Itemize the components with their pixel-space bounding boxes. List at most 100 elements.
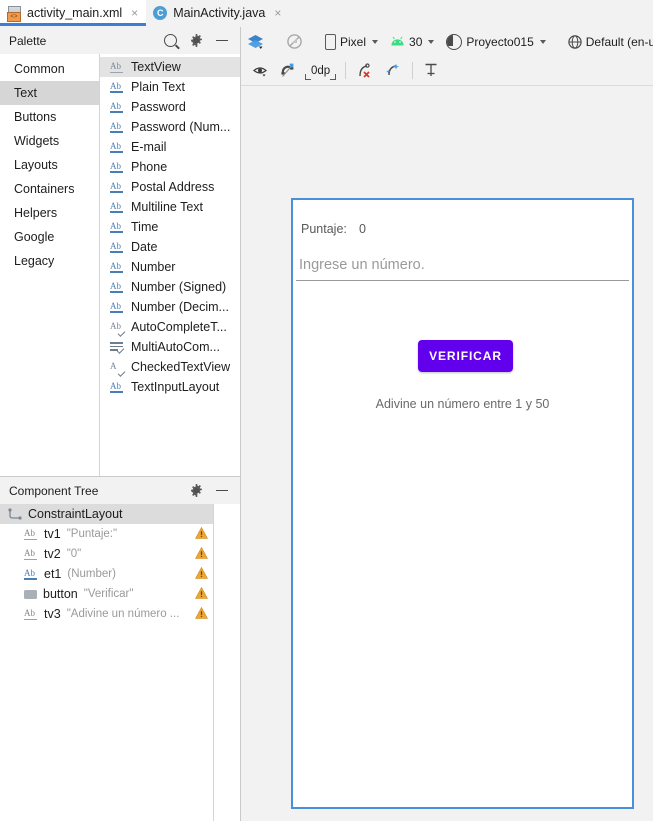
- minimize-icon[interactable]: [216, 489, 228, 492]
- palette-item-date[interactable]: Ab Date: [100, 237, 240, 257]
- phone-icon: [325, 33, 336, 50]
- palette-item-text-input-layout[interactable]: Ab TextInputLayout: [100, 377, 240, 397]
- palette-item-list: Ab TextView Ab Plain Text Ab Password Ab…: [100, 54, 240, 476]
- palette-item-label: Password (Num...: [131, 120, 231, 134]
- warning-icon[interactable]: [195, 567, 208, 579]
- theme-label: Proyecto015: [466, 34, 534, 49]
- warning-icon[interactable]: [195, 547, 208, 559]
- preview-verificar-button[interactable]: VERIFICAR: [418, 340, 513, 372]
- palette-title: Palette: [9, 33, 47, 48]
- no-scale-icon: [286, 33, 303, 50]
- palette-item-number-signed[interactable]: Ab Number (Signed): [100, 277, 240, 297]
- tree-panel-divider: [213, 504, 214, 821]
- palette-item-label: Phone: [131, 160, 168, 174]
- palette-item-label: Multiline Text: [131, 200, 204, 214]
- zoom-fit-button[interactable]: [280, 31, 309, 53]
- palette-category-layouts[interactable]: Layouts: [0, 153, 99, 177]
- tree-row-tv2[interactable]: Ab tv2 "0": [0, 544, 213, 564]
- palette-category-text[interactable]: Text: [0, 81, 99, 105]
- search-icon[interactable]: [164, 34, 177, 47]
- palette-item-password-numeric[interactable]: Ab Password (Num...: [100, 117, 240, 137]
- tree-node-name: tv3: [44, 607, 61, 621]
- device-screen: Puntaje: 0 Ingrese un número. VERIFICAR …: [293, 200, 632, 807]
- design-surface[interactable]: Puntaje: 0 Ingrese un número. VERIFICAR …: [241, 86, 653, 821]
- editor-tab-bar: <> activity_main.xml × C MainActivity.ja…: [0, 0, 653, 28]
- default-margin-button[interactable]: 0dp: [301, 60, 340, 82]
- gear-icon[interactable]: [190, 34, 203, 47]
- design-toolbar-constraints: 0dp: [241, 56, 653, 86]
- text-ab-blue-icon: Ab: [110, 381, 124, 394]
- palette-item-label: Number (Signed): [131, 280, 227, 294]
- tab-close-icon[interactable]: ×: [131, 7, 138, 19]
- palette-item-plain-text[interactable]: Ab Plain Text: [100, 77, 240, 97]
- device-selector[interactable]: Pixel: [319, 31, 384, 53]
- component-tree-header: Component Tree: [0, 477, 240, 505]
- theme-selector[interactable]: Proyecto015: [440, 31, 551, 53]
- palette-item-label: Time: [131, 220, 159, 234]
- palette-item-password[interactable]: Ab Password: [100, 97, 240, 117]
- layers-icon: [247, 34, 264, 50]
- palette-item-time[interactable]: Ab Time: [100, 217, 240, 237]
- palette-category-google[interactable]: Google: [0, 225, 99, 249]
- preview-input-hint: Ingrese un número.: [299, 257, 425, 273]
- warning-icon[interactable]: [195, 587, 208, 599]
- palette-item-label: E-mail: [131, 140, 167, 154]
- android-studio-layout-editor: <> activity_main.xml × C MainActivity.ja…: [0, 0, 653, 821]
- palette-item-phone[interactable]: Ab Phone: [100, 157, 240, 177]
- locale-selector[interactable]: Default (en-us): [562, 31, 653, 53]
- device-preview-frame[interactable]: Puntaje: 0 Ingrese un número. VERIFICAR …: [291, 198, 634, 809]
- warning-icon[interactable]: [195, 607, 208, 619]
- design-toolbar-primary: Pixel 30 Proyecto015 Default (en-u: [241, 27, 653, 57]
- view-options-icon: [253, 65, 268, 77]
- palette-category-helpers[interactable]: Helpers: [0, 201, 99, 225]
- warning-icon[interactable]: [195, 527, 208, 539]
- palette-item-number-decimal[interactable]: Ab Number (Decim...: [100, 297, 240, 317]
- toolbar-separator: [412, 62, 414, 79]
- preview-score-label: Puntaje:: [301, 222, 347, 236]
- tree-row-tv1[interactable]: Ab tv1 "Puntaje:": [0, 524, 213, 544]
- infer-constraints-button[interactable]: [379, 60, 407, 82]
- palette-item-checked-textview[interactable]: A CheckedTextView: [100, 357, 240, 377]
- default-margin-value: 0dp: [304, 65, 337, 80]
- palette-category-buttons[interactable]: Buttons: [0, 105, 99, 129]
- palette-category-legacy[interactable]: Legacy: [0, 249, 99, 273]
- tab-label: MainActivity.java: [173, 6, 266, 20]
- palette-item-email[interactable]: Ab E-mail: [100, 137, 240, 157]
- gear-icon[interactable]: [190, 484, 203, 497]
- palette-item-autocomplete-textview[interactable]: Ab AutoCompleteT...: [100, 317, 240, 337]
- tab-close-icon[interactable]: ×: [274, 7, 281, 19]
- palette-item-postal-address[interactable]: Ab Postal Address: [100, 177, 240, 197]
- palette-category-containers[interactable]: Containers: [0, 177, 99, 201]
- text-ab-icon: Ab: [24, 528, 38, 541]
- tree-row-constraintlayout[interactable]: ConstraintLayout: [0, 504, 213, 524]
- text-ab-blue-icon: Ab: [24, 568, 38, 581]
- tab-activity-main-xml[interactable]: <> activity_main.xml ×: [0, 0, 147, 26]
- api-level-selector[interactable]: 30: [384, 31, 440, 53]
- palette-item-multiautocomplete-textview[interactable]: MultiAutoCom...: [100, 337, 240, 357]
- palette-item-multiline-text[interactable]: Ab Multiline Text: [100, 197, 240, 217]
- infer-constraints-icon: [385, 63, 401, 78]
- tree-row-tv3[interactable]: Ab tv3 "Adivine un número ...: [0, 604, 213, 624]
- palette-category-common[interactable]: Common: [0, 57, 99, 81]
- button-label: VERIFICAR: [429, 349, 502, 363]
- tree-node-value: "Puntaje:": [66, 528, 118, 540]
- palette-item-textview[interactable]: Ab TextView: [100, 57, 240, 77]
- tree-row-et1[interactable]: Ab et1 (Number): [0, 564, 213, 584]
- tree-row-button[interactable]: button "Verificar": [0, 584, 213, 604]
- view-options-button[interactable]: [241, 60, 274, 82]
- palette-panel: Palette Common Text Buttons Widgets Layo…: [0, 27, 241, 476]
- text-ab-blue-icon: Ab: [110, 201, 124, 214]
- clear-constraints-button[interactable]: [351, 60, 379, 82]
- minimize-icon[interactable]: [216, 39, 228, 42]
- design-mode-button[interactable]: [241, 31, 270, 53]
- constraintlayout-icon: [8, 507, 22, 521]
- tab-main-activity-java[interactable]: C MainActivity.java ×: [146, 0, 289, 26]
- text-ab-blue-icon: Ab: [110, 101, 124, 114]
- palette-item-label: Date: [131, 240, 158, 254]
- autoconnect-button[interactable]: [274, 60, 301, 82]
- preview-number-input[interactable]: Ingrese un número.: [296, 257, 629, 281]
- palette-item-label: Password: [131, 100, 186, 114]
- palette-item-number[interactable]: Ab Number: [100, 257, 240, 277]
- guidelines-button[interactable]: [418, 60, 444, 82]
- palette-category-widgets[interactable]: Widgets: [0, 129, 99, 153]
